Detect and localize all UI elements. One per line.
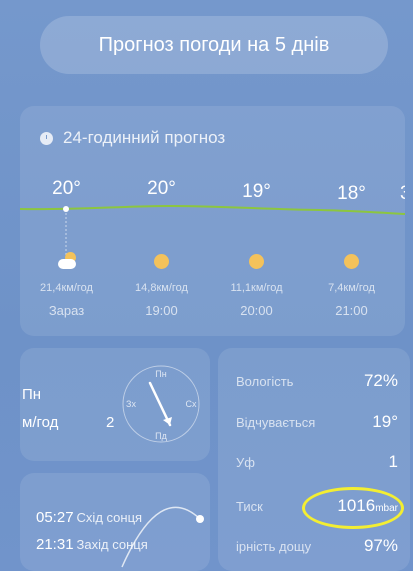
compass-north-label: Пн (155, 369, 166, 379)
wind-speed-unit: м/год (22, 414, 59, 431)
wind-card[interactable]: Пн м/год 2 Пн Пд Сх Зх (20, 348, 210, 461)
feels-like-row: Відчувається 19° (236, 412, 398, 432)
wind-level: 2 (106, 414, 115, 431)
hour-temperature: 20° (147, 178, 176, 199)
humidity-value: 72% (363, 371, 398, 390)
sunrise-sunset-card[interactable]: 05:27 Схід сонця 21:31 Захід сонця (20, 473, 210, 571)
compass-west-label: Зх (126, 399, 136, 409)
partly-cloudy-icon (56, 252, 78, 270)
sun-icon (154, 253, 169, 269)
hour-item[interactable]: 20° 21,4км/год Зараз (20, 178, 114, 318)
hour-time: 20:00 (240, 303, 273, 318)
uv-row: Уф 1 (236, 452, 398, 472)
rain-chance-row: ірність дощу 97% (236, 536, 398, 556)
hour-wind-speed: 11,1км/год (230, 282, 283, 294)
sun-icon (344, 253, 359, 269)
uv-label: Уф (236, 455, 255, 470)
hourly-forecast-card[interactable]: 24-годинний прогноз 20° 21,4км/год Зараз… (20, 106, 405, 336)
humidity-row: Вологість 72% (236, 371, 398, 391)
hourly-forecast-header: 24-годинний прогноз (40, 128, 225, 148)
feels-like-label: Відчувається (236, 415, 316, 430)
hour-item[interactable]: 20° 14,8км/год 19:00 (114, 178, 209, 318)
hour-time: Зараз (48, 303, 85, 318)
humidity-label: Вологість (236, 374, 294, 389)
sunset-time: 21:31 (36, 536, 74, 553)
pressure-label: Тиск (236, 499, 263, 514)
compass-south-label: Пд (155, 431, 167, 441)
five-day-forecast-button[interactable]: Прогноз погоди на 5 днів (40, 16, 388, 74)
feels-like-value: 19° (372, 412, 398, 431)
hourly-forecast-title: 24-годинний прогноз (63, 128, 226, 147)
hour-temperature: 3 (380, 183, 405, 209)
hour-wind-speed: 14,8км/год (135, 282, 188, 294)
sunrise-time: 05:27 (36, 509, 74, 526)
rain-chance-label: ірність дощу (236, 539, 312, 554)
pressure-highlight-ring (302, 487, 404, 529)
uv-value: 1 (388, 452, 398, 471)
sun-path-arc (121, 506, 204, 568)
compass-east-label: Сх (186, 399, 197, 409)
hour-time: 21:00 (335, 303, 368, 318)
hour-temperature: 20° (52, 178, 81, 199)
weather-screen: Прогноз погоди на 5 днів 24-годинний про… (0, 0, 413, 571)
weather-details-card[interactable]: Вологість 72% Відчувається 19° Уф 1 Тиск… (218, 348, 410, 571)
clock-icon (40, 131, 53, 145)
wind-compass: Пн Пд Сх Зх (122, 365, 200, 443)
sun-icon (249, 253, 264, 269)
wind-direction: Пн (22, 386, 42, 403)
hour-time: 19:00 (145, 303, 178, 318)
hour-item[interactable]: 19° 11,1км/год 20:00 (209, 178, 304, 318)
rain-chance-value: 97% (363, 536, 398, 555)
hour-item[interactable]: 3 (380, 178, 405, 209)
five-day-forecast-label: Прогноз погоди на 5 днів (98, 33, 330, 56)
hour-wind-speed: 7,4км/год (328, 282, 375, 294)
sun-position-icon (196, 515, 204, 523)
hour-wind-speed: 21,4км/год (40, 282, 93, 294)
hour-temperature: 19° (242, 181, 271, 202)
